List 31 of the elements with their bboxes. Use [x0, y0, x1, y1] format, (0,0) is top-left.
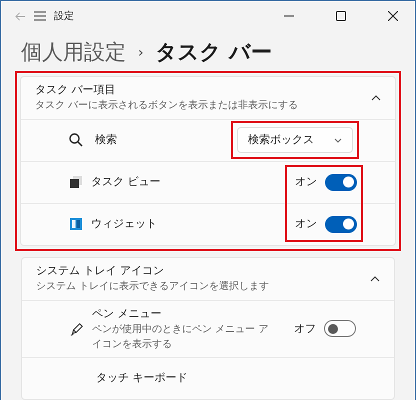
chevron-up-icon[interactable] [371, 94, 381, 100]
close-icon [388, 11, 398, 22]
stacked-windows-icon [69, 175, 83, 189]
maximize-icon [336, 11, 346, 22]
section-subtitle: システム トレイに表示できるアイコンを選択します [36, 280, 270, 294]
toggle-switch[interactable] [325, 216, 357, 232]
window-title: 設定 [54, 10, 75, 24]
setting-description: ペンが使用中のときにペン メニュー アイコンを表示する [92, 322, 270, 352]
toggle-state: オン [295, 216, 317, 232]
setting-label: タッチ キーボード [96, 370, 188, 386]
menu-icon[interactable] [34, 11, 46, 22]
toggle-switch[interactable] [324, 320, 356, 338]
setting-label: ペン メニュー [92, 306, 162, 322]
toggle-switch[interactable] [325, 174, 357, 190]
search-dropdown[interactable]: 検索ボックス [237, 126, 353, 154]
search-icon [69, 133, 83, 147]
chevron-down-icon [334, 138, 342, 142]
breadcrumb-separator: › [138, 44, 144, 63]
setting-label: ウィジェット [91, 216, 158, 232]
chevron-up-icon[interactable] [370, 276, 380, 282]
widget-panel-icon [69, 217, 83, 231]
pen-icon [70, 322, 84, 336]
page-title: タスク バー [156, 39, 272, 66]
section-title: タスク バー項目 [35, 82, 116, 98]
setting-label: 検索 [95, 132, 118, 148]
breadcrumb-parent[interactable]: 個人用設定 [21, 37, 126, 69]
setting-label: タスク ビュー [91, 174, 162, 190]
section-subtitle: タスク バーに表示されるボタンを表示または非表示にする [35, 98, 300, 114]
toggle-state: オン [295, 174, 317, 190]
toggle-state: オフ [294, 320, 316, 336]
section-title: システム トレイ アイコン [36, 262, 165, 279]
